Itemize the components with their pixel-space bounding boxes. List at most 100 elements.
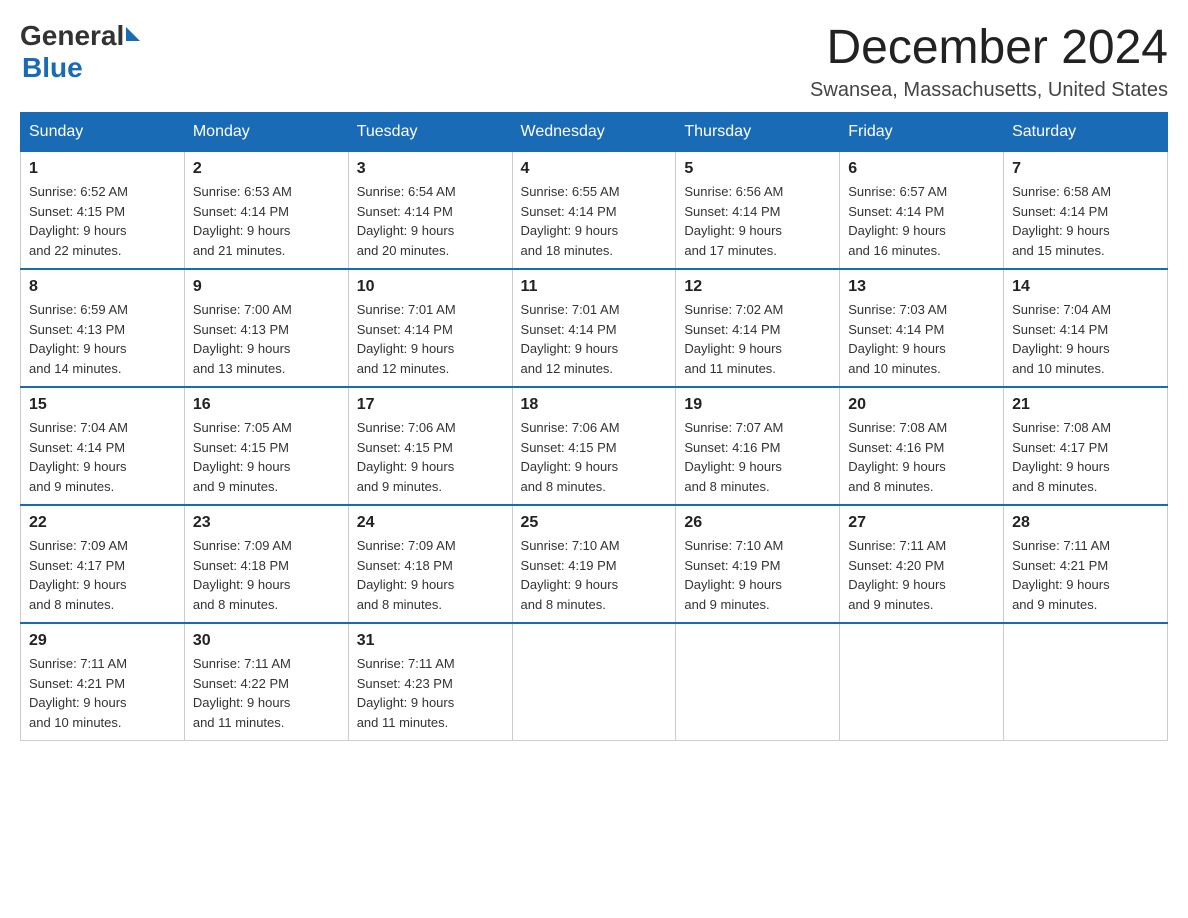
logo-blue-text: Blue (22, 52, 83, 84)
day-number: 2 (193, 160, 340, 178)
calendar-day-cell (1004, 623, 1168, 741)
calendar-week-row: 22 Sunrise: 7:09 AM Sunset: 4:17 PM Dayl… (21, 505, 1168, 623)
calendar-day-cell: 12 Sunrise: 7:02 AM Sunset: 4:14 PM Dayl… (676, 269, 840, 387)
calendar-day-cell: 14 Sunrise: 7:04 AM Sunset: 4:14 PM Dayl… (1004, 269, 1168, 387)
calendar-day-cell: 23 Sunrise: 7:09 AM Sunset: 4:18 PM Dayl… (184, 505, 348, 623)
calendar-week-row: 8 Sunrise: 6:59 AM Sunset: 4:13 PM Dayli… (21, 269, 1168, 387)
day-info: Sunrise: 6:53 AM Sunset: 4:14 PM Dayligh… (193, 182, 340, 260)
day-info: Sunrise: 6:55 AM Sunset: 4:14 PM Dayligh… (521, 182, 668, 260)
day-number: 10 (357, 278, 504, 296)
calendar-day-cell: 4 Sunrise: 6:55 AM Sunset: 4:14 PM Dayli… (512, 152, 676, 270)
day-info: Sunrise: 7:04 AM Sunset: 4:14 PM Dayligh… (1012, 300, 1159, 378)
calendar-day-cell: 11 Sunrise: 7:01 AM Sunset: 4:14 PM Dayl… (512, 269, 676, 387)
logo: General Blue (20, 20, 140, 84)
day-info: Sunrise: 6:57 AM Sunset: 4:14 PM Dayligh… (848, 182, 995, 260)
calendar-day-cell: 13 Sunrise: 7:03 AM Sunset: 4:14 PM Dayl… (840, 269, 1004, 387)
calendar-day-cell: 28 Sunrise: 7:11 AM Sunset: 4:21 PM Dayl… (1004, 505, 1168, 623)
day-number: 11 (521, 278, 668, 296)
day-info: Sunrise: 7:09 AM Sunset: 4:18 PM Dayligh… (193, 536, 340, 614)
day-info: Sunrise: 7:08 AM Sunset: 4:16 PM Dayligh… (848, 418, 995, 496)
calendar-day-cell: 5 Sunrise: 6:56 AM Sunset: 4:14 PM Dayli… (676, 152, 840, 270)
day-info: Sunrise: 7:07 AM Sunset: 4:16 PM Dayligh… (684, 418, 831, 496)
page-header: General Blue December 2024 Swansea, Mass… (20, 20, 1168, 102)
calendar-day-cell: 29 Sunrise: 7:11 AM Sunset: 4:21 PM Dayl… (21, 623, 185, 741)
logo-general-text: General (20, 20, 124, 52)
day-number: 19 (684, 396, 831, 414)
calendar-day-cell: 9 Sunrise: 7:00 AM Sunset: 4:13 PM Dayli… (184, 269, 348, 387)
title-area: December 2024 Swansea, Massachusetts, Un… (810, 20, 1168, 102)
logo-blue-part (124, 31, 140, 41)
calendar-day-cell: 7 Sunrise: 6:58 AM Sunset: 4:14 PM Dayli… (1004, 152, 1168, 270)
calendar-table: SundayMondayTuesdayWednesdayThursdayFrid… (20, 112, 1168, 741)
day-number: 7 (1012, 160, 1159, 178)
day-number: 30 (193, 632, 340, 650)
day-info: Sunrise: 6:56 AM Sunset: 4:14 PM Dayligh… (684, 182, 831, 260)
day-number: 6 (848, 160, 995, 178)
day-info: Sunrise: 7:02 AM Sunset: 4:14 PM Dayligh… (684, 300, 831, 378)
day-number: 14 (1012, 278, 1159, 296)
day-info: Sunrise: 6:54 AM Sunset: 4:14 PM Dayligh… (357, 182, 504, 260)
day-number: 26 (684, 514, 831, 532)
day-number: 28 (1012, 514, 1159, 532)
calendar-day-cell: 17 Sunrise: 7:06 AM Sunset: 4:15 PM Dayl… (348, 387, 512, 505)
calendar-day-cell: 20 Sunrise: 7:08 AM Sunset: 4:16 PM Dayl… (840, 387, 1004, 505)
day-info: Sunrise: 7:00 AM Sunset: 4:13 PM Dayligh… (193, 300, 340, 378)
day-number: 3 (357, 160, 504, 178)
day-info: Sunrise: 7:09 AM Sunset: 4:18 PM Dayligh… (357, 536, 504, 614)
calendar-day-cell: 6 Sunrise: 6:57 AM Sunset: 4:14 PM Dayli… (840, 152, 1004, 270)
calendar-day-cell (676, 623, 840, 741)
day-info: Sunrise: 7:10 AM Sunset: 4:19 PM Dayligh… (684, 536, 831, 614)
day-info: Sunrise: 7:11 AM Sunset: 4:21 PM Dayligh… (29, 654, 176, 732)
day-header-monday: Monday (184, 113, 348, 152)
day-header-wednesday: Wednesday (512, 113, 676, 152)
calendar-day-cell: 31 Sunrise: 7:11 AM Sunset: 4:23 PM Dayl… (348, 623, 512, 741)
day-number: 8 (29, 278, 176, 296)
day-number: 1 (29, 160, 176, 178)
day-number: 13 (848, 278, 995, 296)
calendar-week-row: 29 Sunrise: 7:11 AM Sunset: 4:21 PM Dayl… (21, 623, 1168, 741)
day-number: 20 (848, 396, 995, 414)
day-info: Sunrise: 7:01 AM Sunset: 4:14 PM Dayligh… (521, 300, 668, 378)
calendar-header-row: SundayMondayTuesdayWednesdayThursdayFrid… (21, 113, 1168, 152)
calendar-day-cell (512, 623, 676, 741)
day-info: Sunrise: 7:10 AM Sunset: 4:19 PM Dayligh… (521, 536, 668, 614)
calendar-day-cell: 2 Sunrise: 6:53 AM Sunset: 4:14 PM Dayli… (184, 152, 348, 270)
day-info: Sunrise: 6:59 AM Sunset: 4:13 PM Dayligh… (29, 300, 176, 378)
calendar-day-cell: 21 Sunrise: 7:08 AM Sunset: 4:17 PM Dayl… (1004, 387, 1168, 505)
calendar-day-cell: 18 Sunrise: 7:06 AM Sunset: 4:15 PM Dayl… (512, 387, 676, 505)
calendar-day-cell: 19 Sunrise: 7:07 AM Sunset: 4:16 PM Dayl… (676, 387, 840, 505)
calendar-day-cell: 16 Sunrise: 7:05 AM Sunset: 4:15 PM Dayl… (184, 387, 348, 505)
day-info: Sunrise: 7:05 AM Sunset: 4:15 PM Dayligh… (193, 418, 340, 496)
day-number: 9 (193, 278, 340, 296)
day-number: 22 (29, 514, 176, 532)
calendar-day-cell: 10 Sunrise: 7:01 AM Sunset: 4:14 PM Dayl… (348, 269, 512, 387)
day-number: 16 (193, 396, 340, 414)
day-info: Sunrise: 7:11 AM Sunset: 4:23 PM Dayligh… (357, 654, 504, 732)
day-header-sunday: Sunday (21, 113, 185, 152)
day-number: 18 (521, 396, 668, 414)
day-info: Sunrise: 6:58 AM Sunset: 4:14 PM Dayligh… (1012, 182, 1159, 260)
calendar-day-cell: 27 Sunrise: 7:11 AM Sunset: 4:20 PM Dayl… (840, 505, 1004, 623)
calendar-day-cell: 3 Sunrise: 6:54 AM Sunset: 4:14 PM Dayli… (348, 152, 512, 270)
day-info: Sunrise: 7:06 AM Sunset: 4:15 PM Dayligh… (357, 418, 504, 496)
calendar-day-cell: 8 Sunrise: 6:59 AM Sunset: 4:13 PM Dayli… (21, 269, 185, 387)
day-info: Sunrise: 6:52 AM Sunset: 4:15 PM Dayligh… (29, 182, 176, 260)
day-header-tuesday: Tuesday (348, 113, 512, 152)
day-header-friday: Friday (840, 113, 1004, 152)
calendar-day-cell: 22 Sunrise: 7:09 AM Sunset: 4:17 PM Dayl… (21, 505, 185, 623)
calendar-day-cell: 25 Sunrise: 7:10 AM Sunset: 4:19 PM Dayl… (512, 505, 676, 623)
month-title: December 2024 (810, 20, 1168, 75)
day-number: 15 (29, 396, 176, 414)
calendar-week-row: 1 Sunrise: 6:52 AM Sunset: 4:15 PM Dayli… (21, 152, 1168, 270)
calendar-day-cell: 15 Sunrise: 7:04 AM Sunset: 4:14 PM Dayl… (21, 387, 185, 505)
day-number: 29 (29, 632, 176, 650)
day-header-saturday: Saturday (1004, 113, 1168, 152)
location: Swansea, Massachusetts, United States (810, 79, 1168, 102)
day-number: 24 (357, 514, 504, 532)
day-info: Sunrise: 7:11 AM Sunset: 4:20 PM Dayligh… (848, 536, 995, 614)
day-number: 25 (521, 514, 668, 532)
day-number: 4 (521, 160, 668, 178)
day-number: 12 (684, 278, 831, 296)
day-info: Sunrise: 7:04 AM Sunset: 4:14 PM Dayligh… (29, 418, 176, 496)
day-number: 5 (684, 160, 831, 178)
